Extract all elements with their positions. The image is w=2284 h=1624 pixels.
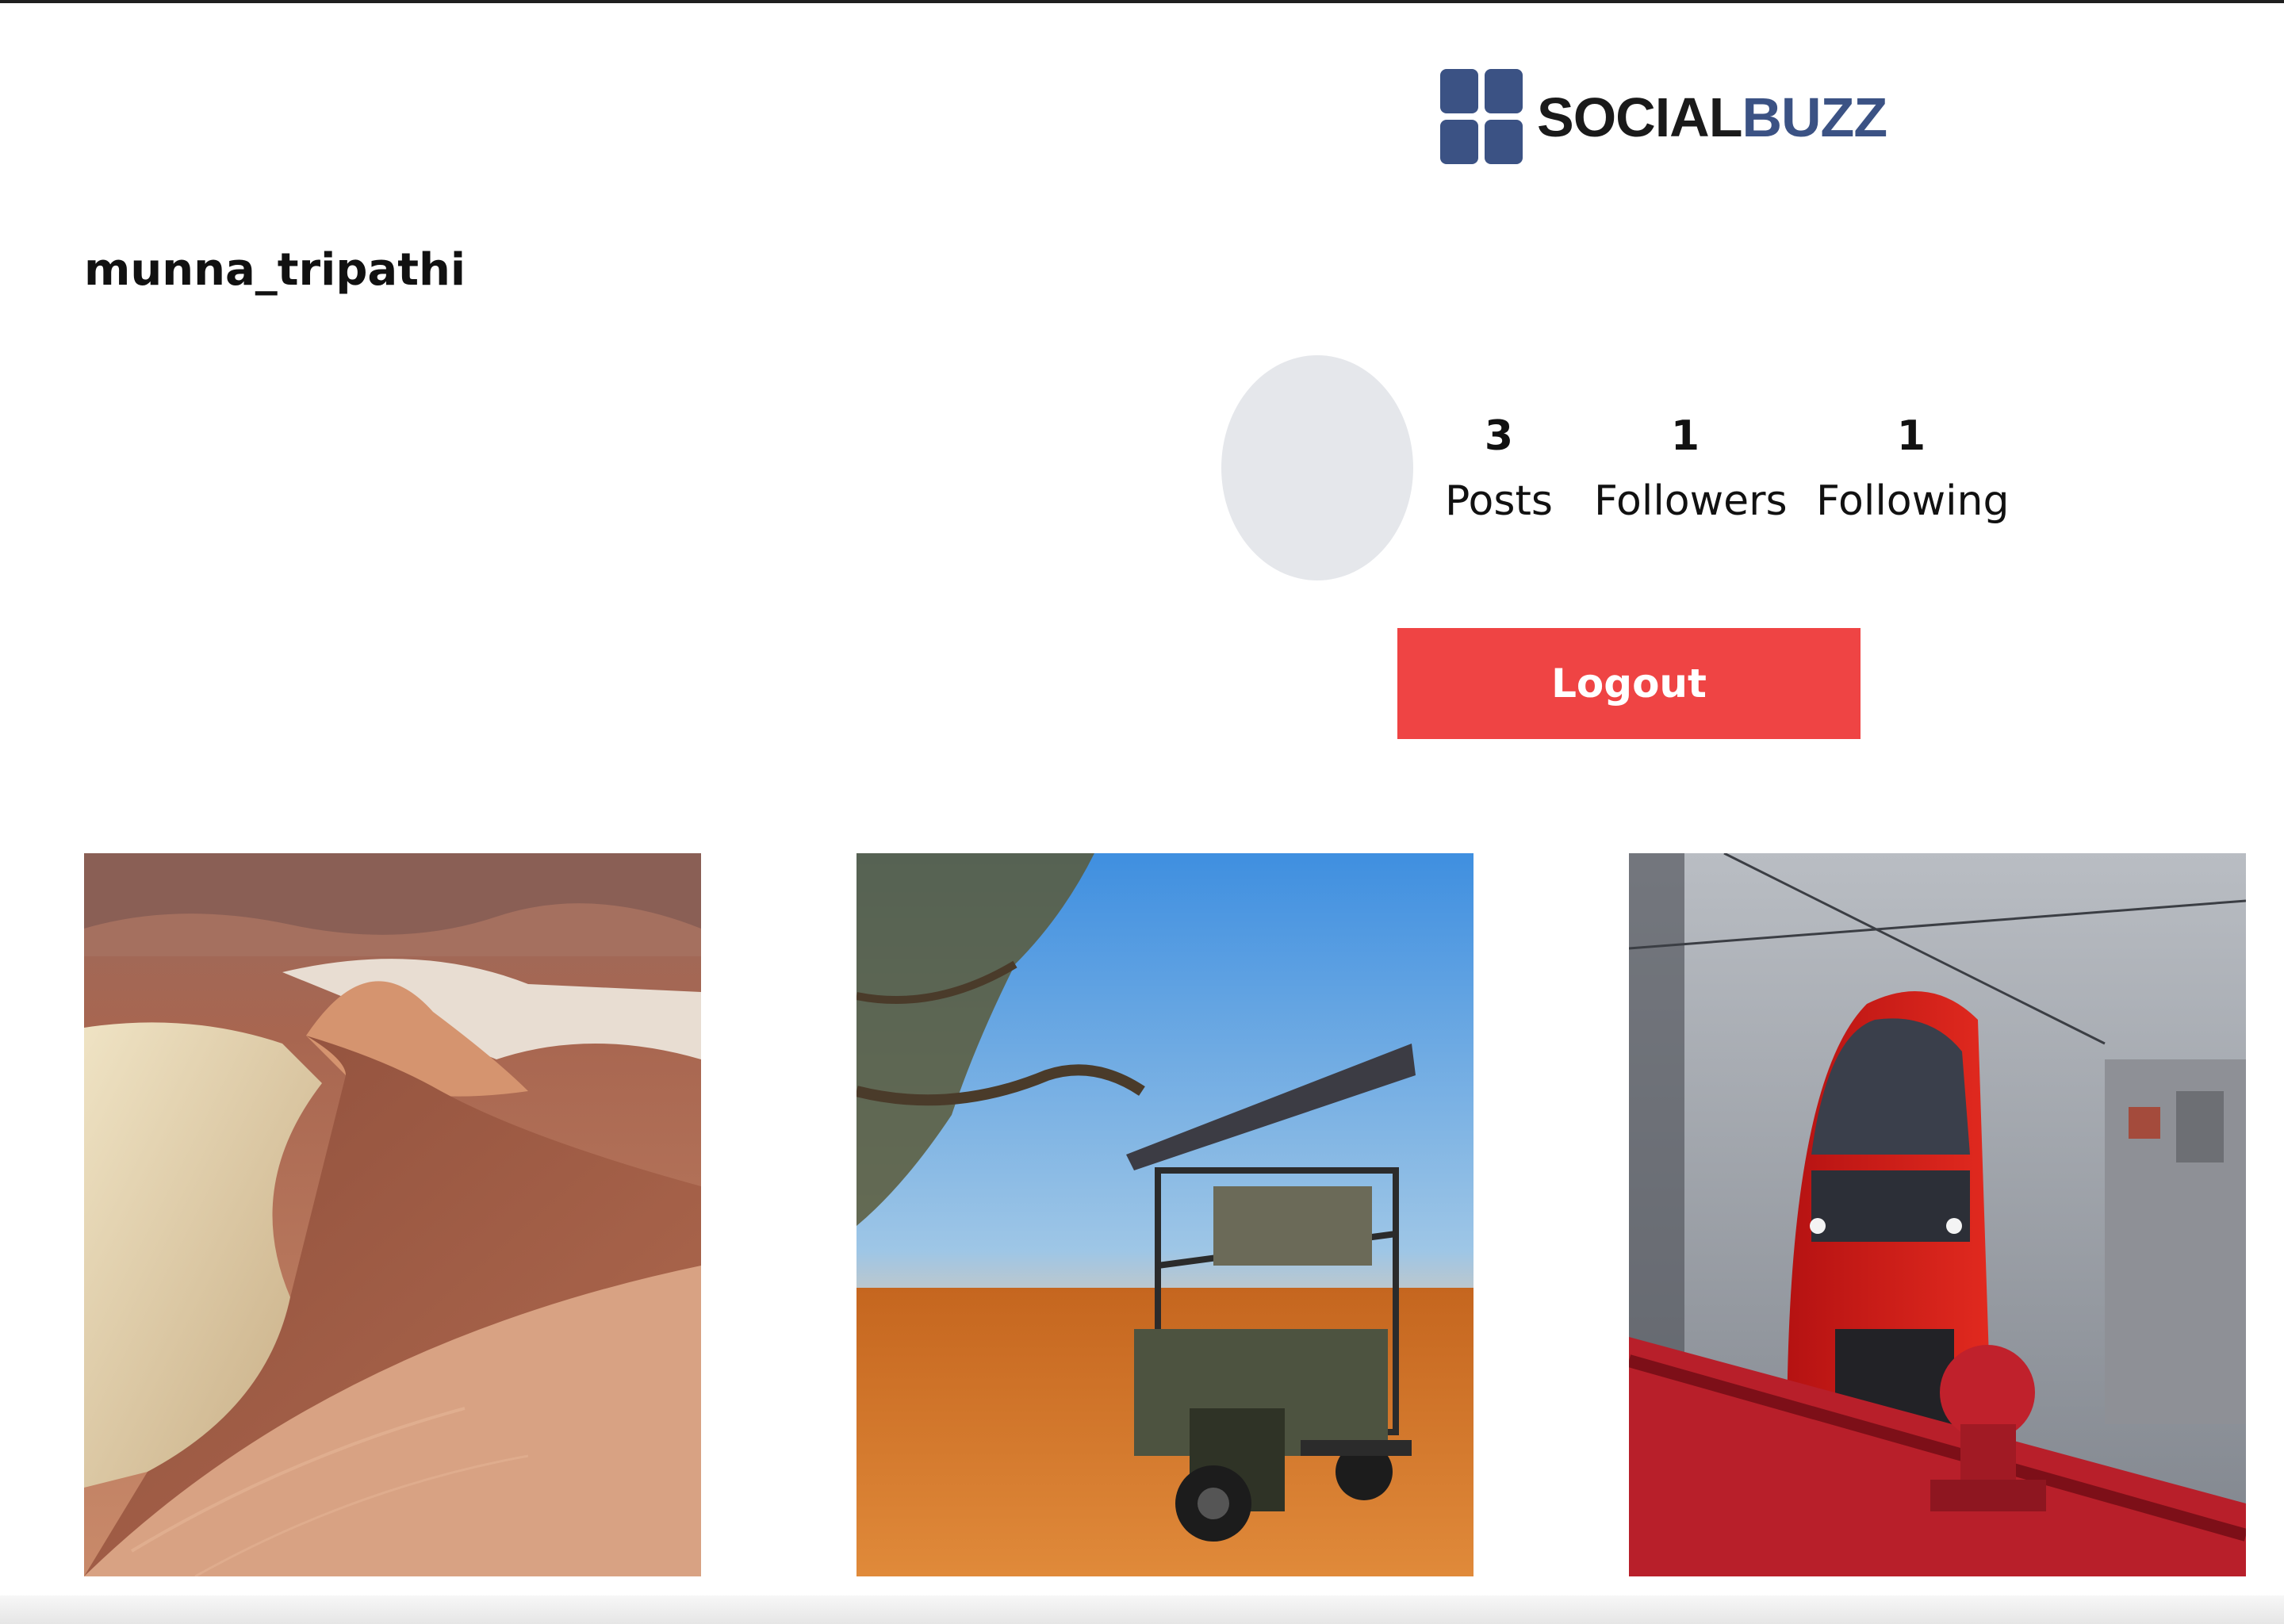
profile-avatar[interactable]	[1221, 355, 1413, 580]
stat-posts-count: 3	[1484, 412, 1514, 460]
stat-following-label: Following	[1816, 477, 2010, 525]
desert-dunes-photo	[84, 853, 701, 1576]
post-thumbnail-desert[interactable]	[84, 853, 701, 1576]
stat-following-count: 1	[1896, 412, 1926, 460]
profile-username: munna_tripathi	[84, 244, 466, 296]
red-train-photo	[1629, 853, 2246, 1576]
stat-followers-count: 1	[1670, 412, 1700, 460]
window-bottom-edge	[0, 1595, 2284, 1624]
post-thumbnail-train[interactable]	[1629, 853, 2246, 1576]
logo-grid-icon	[1440, 69, 1523, 166]
logo-wordmark: SOCIALBUZZ	[1537, 90, 1887, 145]
socialbuzz-logo[interactable]: SOCIALBUZZ	[1440, 68, 1887, 167]
logo-text-buzz: BUZZ	[1742, 86, 1887, 148]
stat-followers-label: Followers	[1594, 477, 1788, 525]
stat-following[interactable]: 1 Following	[1816, 412, 2010, 525]
window-top-border	[0, 0, 2284, 3]
logout-button[interactable]: Logout	[1397, 628, 1861, 739]
stat-followers[interactable]: 1 Followers	[1594, 412, 1788, 525]
safari-jeep-photo	[856, 853, 1473, 1576]
profile-page: SOCIALBUZZ munna_tripathi 3 Posts 1 Foll…	[0, 0, 2284, 1624]
logo-text-social: SOCIAL	[1537, 86, 1742, 148]
stat-posts: 3 Posts	[1443, 412, 1554, 525]
post-thumbnail-safari[interactable]	[856, 853, 1473, 1576]
stat-posts-label: Posts	[1445, 477, 1553, 525]
